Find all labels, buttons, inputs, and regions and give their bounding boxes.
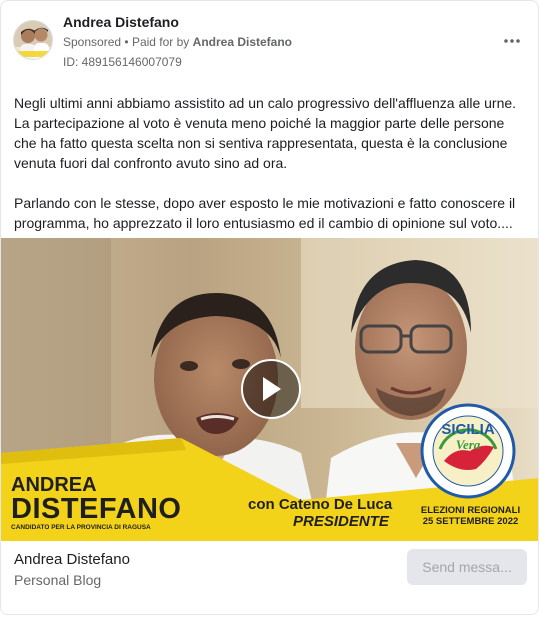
banner-candidate-block: ANDREA DISTEFANO CANDIDATO PER LA PROVIN… xyxy=(11,475,201,533)
post-paragraph: Negli ultimi anni abbiamo assistito ad u… xyxy=(14,95,517,171)
post-text: Negli ultimi anni abbiamo assistito ad u… xyxy=(14,93,529,253)
post-paragraph: Parlando con le stesse, dopo aver espost… xyxy=(14,195,516,231)
sponsored-line: Sponsored • Paid for by Andrea Distefano xyxy=(63,35,292,49)
page-avatar[interactable] xyxy=(13,20,53,60)
sponsored-label: Sponsored xyxy=(63,35,122,49)
page-name-link[interactable]: Andrea Distefano xyxy=(63,14,179,30)
send-message-button[interactable]: Send messa... xyxy=(407,549,527,585)
play-button[interactable] xyxy=(241,359,301,419)
logo-script: Vera xyxy=(455,437,481,452)
more-horizontal-icon xyxy=(504,39,520,43)
meta-separator: • xyxy=(124,35,129,49)
paid-for-by-label: Paid for by xyxy=(131,35,190,49)
banner-with-block: con Cateno De Luca PRESIDENTE xyxy=(248,496,408,530)
election-line-2: 25 SETTEMBRE 2022 xyxy=(422,516,519,527)
banner-with-line: con Cateno De Luca xyxy=(248,496,393,513)
banner-first-name: ANDREA xyxy=(11,474,97,496)
banner-last-name: DISTEFANO xyxy=(11,493,182,525)
logo-title: SICILIA xyxy=(441,421,495,438)
avatar-photo-icon xyxy=(14,21,52,59)
ad-card: Andrea Distefano Sponsored • Paid for by… xyxy=(0,0,539,615)
election-block: ELEZIONI REGIONALI 25 SETTEMBRE 2022 xyxy=(408,505,533,527)
more-options-button[interactable] xyxy=(500,29,524,53)
footer-title[interactable]: Andrea Distefano xyxy=(14,551,130,568)
play-icon xyxy=(263,377,281,401)
ad-id: ID: 489156146007079 xyxy=(63,55,182,69)
election-line-1: ELEZIONI REGIONALI xyxy=(420,505,521,516)
ad-footer: Andrea Distefano Personal Blog Send mess… xyxy=(1,541,538,614)
banner-role: PRESIDENTE xyxy=(293,513,389,530)
sicilia-vera-logo: SICILIA Vera xyxy=(420,403,516,499)
ad-header: Andrea Distefano Sponsored • Paid for by… xyxy=(1,1,538,81)
payer-name: Andrea Distefano xyxy=(192,35,293,49)
video-thumbnail[interactable]: ANDREA DISTEFANO CANDIDATO PER LA PROVIN… xyxy=(1,238,538,541)
footer-subtitle: Personal Blog xyxy=(14,572,102,588)
